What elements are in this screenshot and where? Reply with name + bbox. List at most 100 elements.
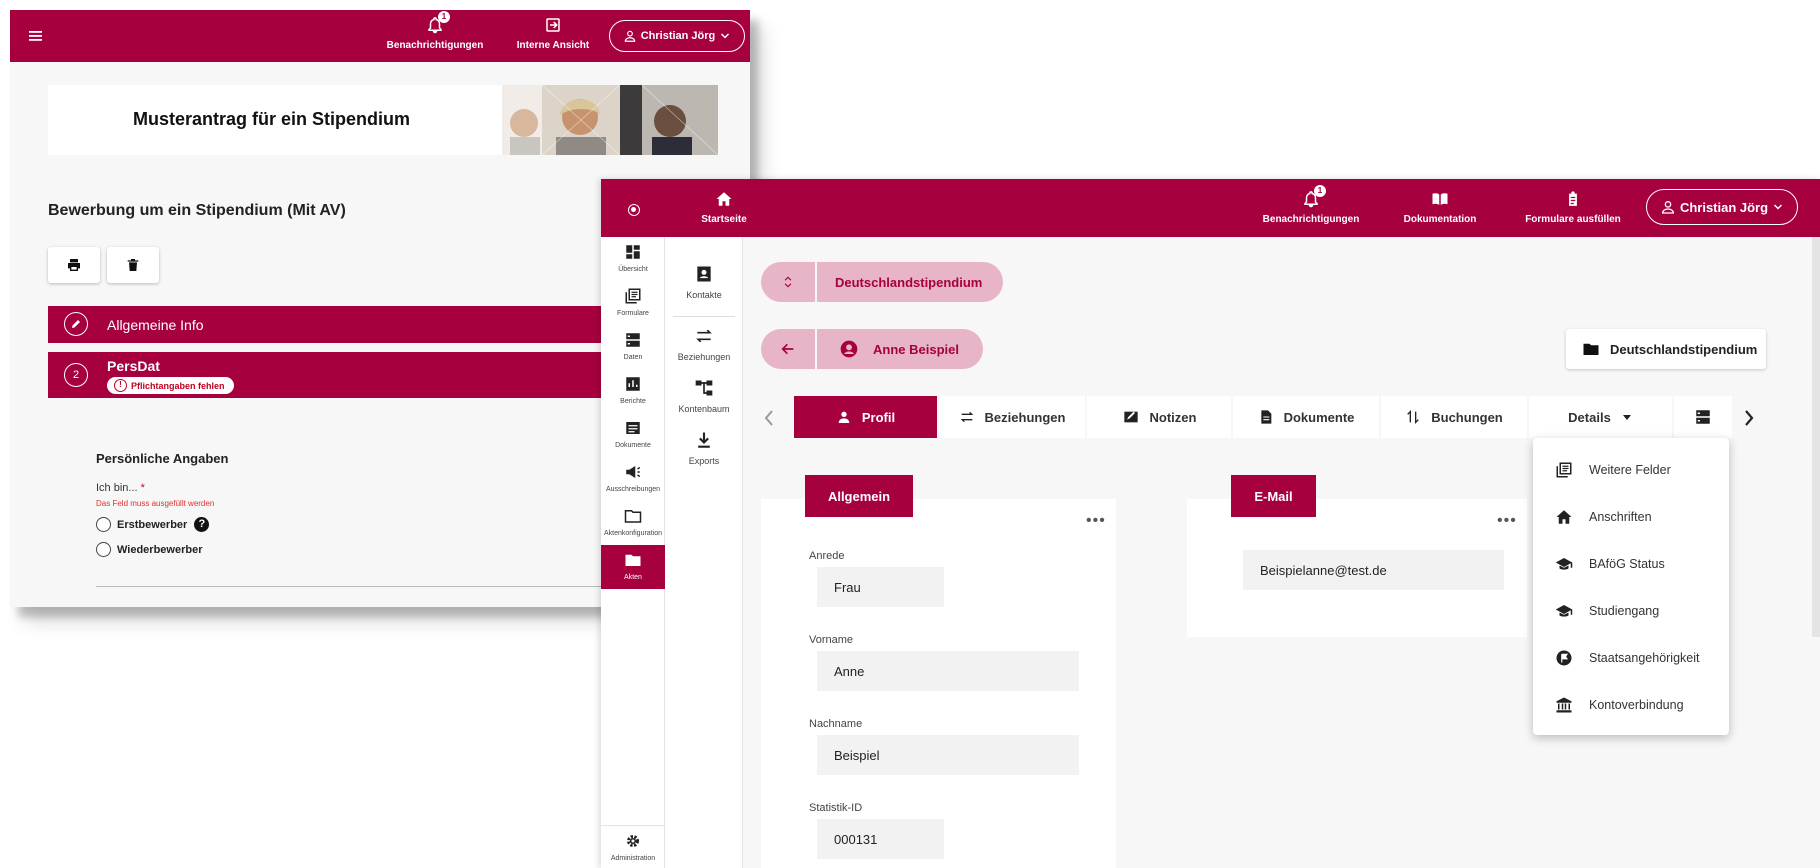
more-options-icon[interactable]: ••• bbox=[1497, 512, 1517, 530]
menu-item-addresses[interactable]: Anschriften bbox=[1533, 497, 1729, 537]
nav-label: Startseite bbox=[701, 214, 747, 225]
radio-button[interactable] bbox=[96, 542, 111, 557]
tab-relations[interactable]: Beziehungen bbox=[939, 396, 1085, 438]
statistic-id-field[interactable]: 000131 bbox=[817, 819, 944, 859]
rail-item-file-config[interactable]: Aktenkonfiguration bbox=[601, 501, 665, 545]
nav-internal-view[interactable]: Interne Ansicht bbox=[508, 16, 598, 51]
general-card-title: Allgemein bbox=[805, 475, 913, 517]
email-field[interactable]: Beispielanne@test.de bbox=[1243, 550, 1504, 590]
tab-storage[interactable] bbox=[1674, 396, 1732, 438]
list-icon bbox=[624, 287, 642, 305]
tab-bookings[interactable]: Buchungen bbox=[1381, 396, 1527, 438]
notification-count-badge: 1 bbox=[1314, 185, 1326, 197]
rail-item-data[interactable]: Daten bbox=[601, 325, 665, 369]
gear-icon bbox=[624, 832, 642, 850]
printer-icon bbox=[66, 257, 82, 273]
list-icon bbox=[1555, 461, 1573, 479]
menu-item-degree-program[interactable]: Studiengang bbox=[1533, 591, 1729, 631]
tab-label: Details bbox=[1568, 409, 1611, 425]
file-management-window: Startseite 1 Benachrichtigungen Dokument… bbox=[601, 179, 1820, 868]
bell-icon: 1 bbox=[1302, 185, 1326, 208]
rail-label: Ausschreibungen bbox=[605, 486, 661, 493]
tabs-scroll-left-icon[interactable] bbox=[761, 406, 777, 430]
trash-icon bbox=[125, 257, 141, 273]
rail-item-documents[interactable]: Dokumente bbox=[601, 413, 665, 457]
nav-fill-forms[interactable]: Formulare ausfüllen bbox=[1518, 190, 1628, 225]
folder-button[interactable]: Deutschlandstipendium bbox=[1566, 329, 1766, 369]
rail-label: Daten bbox=[623, 354, 643, 361]
rail2-item-relations[interactable]: Beziehungen bbox=[665, 326, 743, 362]
contacts-icon bbox=[694, 264, 714, 284]
form-title: Musterantrag für ein Stipendium bbox=[133, 109, 411, 129]
hamburger-menu-icon[interactable] bbox=[26, 26, 48, 46]
tab-profile[interactable]: Profil bbox=[794, 396, 937, 438]
target-icon[interactable] bbox=[628, 204, 640, 216]
nav-notifications[interactable]: 1 Benachrichtigungen bbox=[1256, 185, 1366, 225]
nav-home[interactable]: Startseite bbox=[689, 190, 759, 225]
salutation-field[interactable]: Frau bbox=[817, 567, 944, 607]
program-chip[interactable]: Deutschlandstipendium bbox=[761, 262, 1003, 302]
account-circle-icon bbox=[839, 339, 859, 359]
radio-first-applicant[interactable]: Erstbewerber? bbox=[96, 517, 210, 532]
person-chip[interactable]: Anne Beispiel bbox=[761, 329, 983, 369]
vertical-scrollbar[interactable] bbox=[1812, 237, 1820, 637]
delete-button[interactable] bbox=[107, 247, 159, 283]
rail-item-administration[interactable]: Administration bbox=[601, 825, 665, 868]
help-icon[interactable]: ? bbox=[194, 517, 210, 532]
menu-item-bafoeg-status[interactable]: BAföG Status bbox=[1533, 544, 1729, 584]
radio-repeat-applicant[interactable]: Wiederbewerber bbox=[96, 542, 203, 557]
more-options-icon[interactable]: ••• bbox=[1086, 512, 1106, 530]
graduation-cap-icon bbox=[1555, 555, 1573, 573]
print-button[interactable] bbox=[48, 247, 100, 283]
rail-item-overview[interactable]: Übersicht bbox=[601, 237, 665, 281]
rail2-item-contacts[interactable]: Kontakte bbox=[665, 264, 743, 300]
dashboard-icon bbox=[624, 243, 642, 261]
rail2-item-account-tree[interactable]: Kontenbaum bbox=[665, 378, 743, 414]
menu-item-nationality[interactable]: Staatsangehörigkeit bbox=[1533, 638, 1729, 678]
unfold-icon[interactable] bbox=[761, 262, 817, 302]
menu-item-label: Anschriften bbox=[1589, 510, 1652, 524]
radio-label: Erstbewerber bbox=[117, 518, 188, 531]
user-menu-button[interactable]: Christian Jörg bbox=[609, 20, 745, 52]
folder-button-label: Deutschlandstipendium bbox=[1610, 341, 1758, 357]
tabs-scroll-right-icon[interactable] bbox=[1741, 406, 1757, 430]
menu-item-more-fields[interactable]: Weitere Felder bbox=[1533, 450, 1729, 490]
megaphone-icon bbox=[624, 463, 642, 481]
tab-label: Buchungen bbox=[1431, 409, 1503, 425]
rail2-label: Exports bbox=[688, 456, 720, 466]
field-label: Statistik-ID bbox=[809, 802, 863, 814]
first-name-field[interactable]: Anne bbox=[817, 651, 1079, 691]
missing-fields-badge: ! Pflichtangaben fehlen bbox=[107, 377, 234, 394]
person-icon bbox=[623, 29, 637, 43]
rail-item-reports[interactable]: Berichte bbox=[601, 369, 665, 413]
nav-documentation[interactable]: Dokumentation bbox=[1395, 190, 1485, 225]
secondary-navigation-rail: Kontakte Beziehungen Kontenbaum Exports bbox=[665, 237, 743, 868]
divider bbox=[96, 586, 656, 587]
rail2-item-exports[interactable]: Exports bbox=[665, 430, 743, 466]
person-icon bbox=[836, 409, 852, 425]
back-arrow-icon[interactable] bbox=[761, 329, 817, 369]
field-error: Das Feld muss ausgefüllt werden bbox=[96, 499, 215, 508]
rail-item-files[interactable]: Akten bbox=[601, 545, 665, 589]
user-menu-button[interactable]: Christian Jörg bbox=[1646, 189, 1798, 225]
rail-item-forms[interactable]: Formulare bbox=[601, 281, 665, 325]
tab-documents[interactable]: Dokumente bbox=[1233, 396, 1379, 438]
person-name: Anne Beispiel bbox=[873, 341, 959, 357]
menu-item-label: Staatsangehörigkeit bbox=[1589, 651, 1700, 665]
menu-item-label: BAföG Status bbox=[1589, 557, 1665, 571]
menu-item-bank-details[interactable]: Kontoverbindung bbox=[1533, 685, 1729, 725]
graduation-cap-icon bbox=[1555, 602, 1573, 620]
radio-button[interactable] bbox=[96, 517, 111, 532]
last-name-field[interactable]: Beispiel bbox=[817, 735, 1079, 775]
tab-notes[interactable]: Notizen bbox=[1087, 396, 1231, 438]
nav-notifications[interactable]: 1 Benachrichtigungen bbox=[380, 11, 490, 51]
rail-label: Berichte bbox=[620, 398, 646, 405]
menu-item-label: Studiengang bbox=[1589, 604, 1660, 618]
storage-icon bbox=[624, 331, 642, 349]
login-icon bbox=[544, 16, 562, 34]
tab-details[interactable]: Details bbox=[1529, 396, 1672, 438]
person-icon bbox=[1660, 199, 1676, 215]
bank-icon bbox=[1555, 696, 1573, 714]
field-label: Anrede bbox=[809, 550, 845, 562]
rail-item-calls[interactable]: Ausschreibungen bbox=[601, 457, 665, 501]
